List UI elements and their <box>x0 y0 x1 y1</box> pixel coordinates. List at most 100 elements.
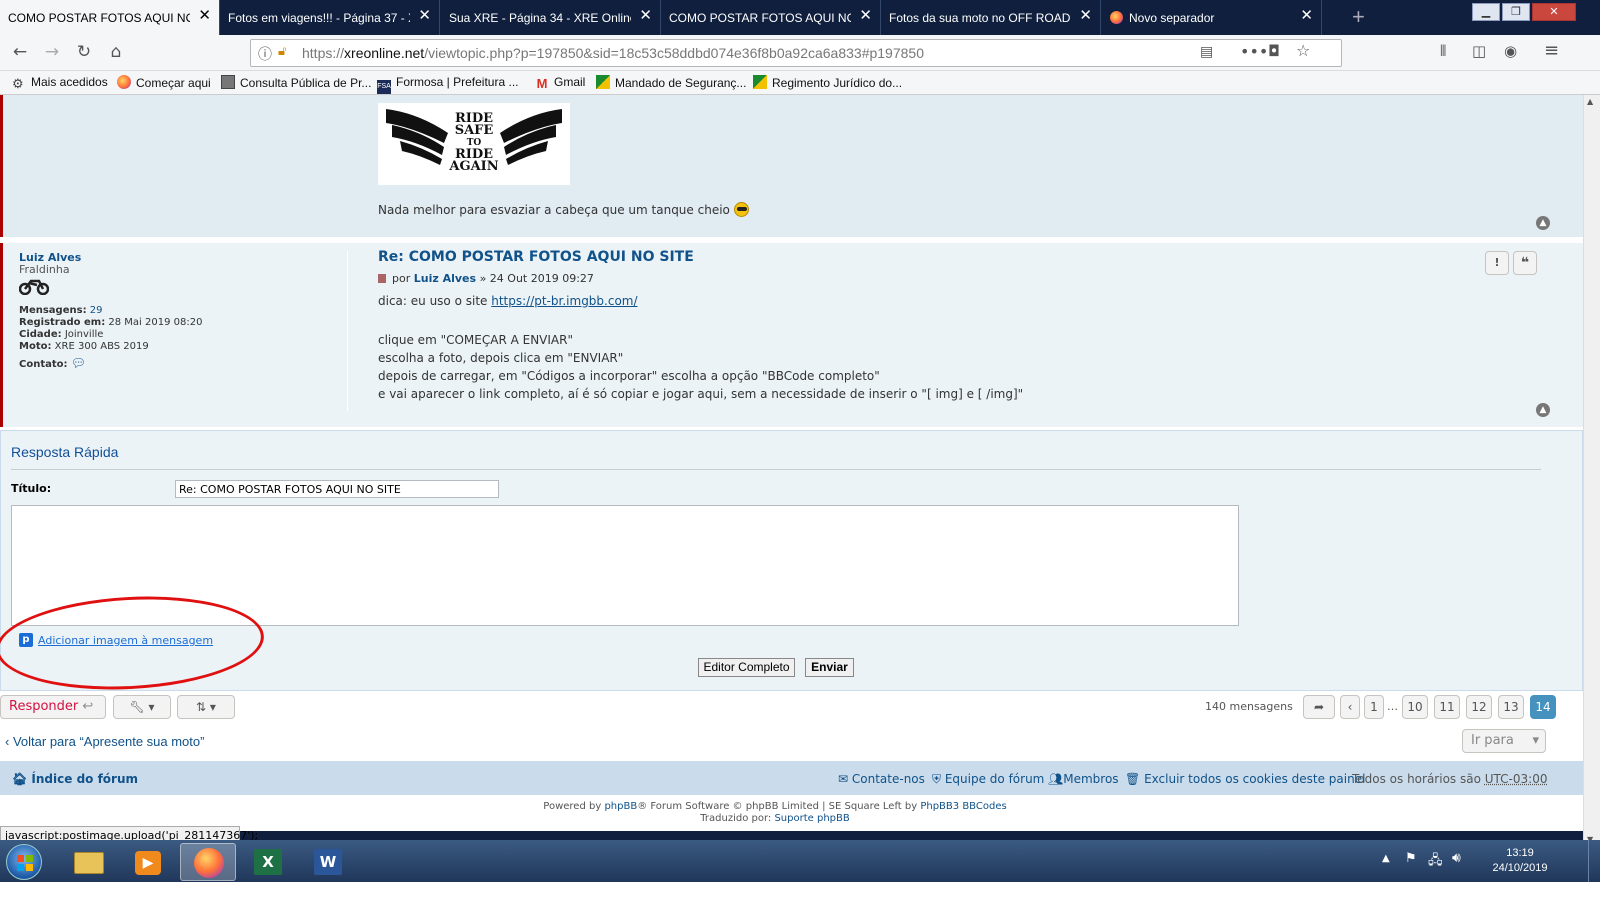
bookmark-label: Começar aqui <box>136 76 211 90</box>
page-11-button[interactable]: 11 <box>1434 695 1460 719</box>
page-14-current: 14 <box>1530 695 1556 719</box>
close-icon[interactable]: ✕ <box>1079 8 1092 24</box>
sort-button[interactable]: ⇅ ▾ <box>177 695 235 719</box>
new-tab-button[interactable]: + <box>1352 4 1365 30</box>
restore-button[interactable]: ❐ <box>1502 3 1530 21</box>
minimize-button[interactable]: ▁ <box>1472 3 1500 21</box>
back-icon[interactable]: ← <box>8 40 32 64</box>
close-icon[interactable]: ✕ <box>1300 8 1313 24</box>
tab-6-title: Novo separador <box>1129 11 1215 25</box>
close-icon[interactable]: ✕ <box>859 8 872 24</box>
meta-author[interactable]: Luiz Alves <box>414 272 476 285</box>
start-button[interactable] <box>6 844 42 880</box>
imgbb-link[interactable]: https://pt-br.imgbb.com/ <box>491 294 637 308</box>
jump-to-dropdown[interactable]: Ir para ▾ <box>1462 729 1546 753</box>
close-icon[interactable]: ✕ <box>418 8 431 24</box>
title-input[interactable] <box>175 480 499 498</box>
tab-3[interactable]: Sua XRE - Página 34 - XRE Online ✕ <box>441 0 661 35</box>
post-meta: por Luiz Alves » 24 Out 2019 09:27 <box>378 272 594 285</box>
tab-5-title: Fotos da sua moto no OFF ROAD! - XRE Onl… <box>889 11 1071 25</box>
bookmark-4[interactable]: FSA Formosa | Prefeitura ... <box>377 75 519 94</box>
meta-date: » 24 Out 2019 09:27 <box>479 272 594 285</box>
chat-bubble-icon[interactable]: 💬︎ <box>71 356 86 370</box>
bbcodes-link[interactable]: PhpBB3 BBCodes <box>920 801 1006 812</box>
word-icon: W <box>314 849 342 875</box>
scroll-up-icon[interactable]: ▲ <box>1587 97 1593 106</box>
bookmark-1[interactable]: ⚙ Mais acedidos <box>12 75 108 91</box>
tab-5[interactable]: Fotos da sua moto no OFF ROAD! - XRE Onl… <box>881 0 1101 35</box>
phpbb-link[interactable]: phpBB <box>604 801 637 812</box>
bookmark-2[interactable]: Começar aqui <box>117 75 211 90</box>
close-icon[interactable]: ✕ <box>639 8 652 24</box>
post-line: e vai aparecer o link completo, aí é só … <box>378 387 1024 401</box>
posts-count[interactable]: 29 <box>90 305 103 316</box>
sidebar-icon[interactable]: ◫ <box>1472 42 1486 60</box>
bookmark-7[interactable]: Regimento Jurídico do... <box>753 75 902 90</box>
topic-tools-button[interactable]: 🔧︎ ▾ <box>113 695 171 719</box>
network-icon[interactable]: 🖧︎ <box>1428 851 1443 873</box>
page-12-button[interactable]: 12 <box>1466 695 1492 719</box>
post-icon[interactable] <box>378 274 386 283</box>
post-title[interactable]: Re: COMO POSTAR FOTOS AQUI NO SITE <box>378 249 694 265</box>
members-link[interactable]: 👥︎Membros <box>1048 772 1119 786</box>
back-to-top-icon[interactable]: ▲ <box>1536 216 1550 230</box>
delete-cookies-link[interactable]: 🗑︎ Excluir todos os cookies deste painel <box>1125 772 1365 786</box>
bookmark-label: Regimento Jurídico do... <box>772 76 903 90</box>
action-center-icon[interactable]: ⚑ <box>1405 851 1417 866</box>
tab-6[interactable]: Novo separador ✕ <box>1102 0 1322 35</box>
team-link[interactable]: ⛨ Equipe do fórum <box>932 772 1044 787</box>
bookmark-3[interactable]: Consulta Pública de Pr... <box>221 75 371 90</box>
reader-view-icon[interactable]: ▤ <box>1200 44 1213 60</box>
close-icon[interactable]: ✕ <box>198 8 211 24</box>
taskbar-media-player[interactable]: ▶ <box>120 843 176 881</box>
library-icon[interactable]: ⫴ <box>1440 42 1446 60</box>
contact-link[interactable]: ✉ Contate-nos <box>838 772 925 786</box>
back-to-forum-link[interactable]: ‹ Voltar para “Apresente sua moto” <box>5 734 204 749</box>
lock-warning-icon[interactable]: 🔓︎ <box>278 44 286 59</box>
clock[interactable]: 13:19 24/10/2019 <box>1480 846 1560 876</box>
page-1-button[interactable]: 1 <box>1364 695 1384 719</box>
back-to-top-icon[interactable]: ▲ <box>1536 403 1550 417</box>
page-13-button[interactable]: 13 <box>1498 695 1524 719</box>
taskbar-explorer[interactable] <box>60 843 116 881</box>
bookmark-star-icon[interactable]: ☆ <box>1296 41 1310 60</box>
full-editor-button[interactable]: Editor Completo <box>698 658 795 677</box>
pocket-icon[interactable]: ◘ <box>1268 42 1280 60</box>
suporte-link[interactable]: Suporte phpBB <box>774 813 849 824</box>
sunglasses-emoji-icon <box>733 202 749 217</box>
forum-index-link[interactable]: 🏠︎ Índice do fórum <box>12 772 138 786</box>
reload-icon[interactable]: ↻ <box>72 40 96 64</box>
chevron-down-icon: ▾ <box>148 700 155 714</box>
quote-button[interactable]: ❝ <box>1513 251 1537 275</box>
home-icon[interactable]: ⌂ <box>104 40 128 64</box>
submit-button[interactable]: Enviar <box>805 658 854 677</box>
prev-page-button[interactable]: ‹ <box>1340 695 1360 719</box>
tab-4[interactable]: COMO POSTAR FOTOS AQUI NO SITE ✕ <box>661 0 881 35</box>
excel-icon: X <box>254 849 282 875</box>
report-button[interactable]: ! <box>1485 251 1509 275</box>
page-actions-icon[interactable]: ••• <box>1240 42 1268 61</box>
info-icon[interactable]: ⓘ <box>258 44 272 64</box>
bookmark-5[interactable]: M Gmail <box>535 75 586 91</box>
taskbar-excel[interactable]: X <box>240 843 296 881</box>
title-label: Título: <box>11 482 52 495</box>
volume-icon[interactable]: 🔊︎ <box>1452 850 1461 866</box>
page-10-button[interactable]: 10 <box>1402 695 1428 719</box>
taskbar-firefox[interactable] <box>180 843 236 881</box>
reply-button[interactable]: Responder ↩ <box>0 695 106 719</box>
menu-icon[interactable]: ≡ <box>1544 40 1559 61</box>
taskbar-word[interactable]: W <box>300 843 356 881</box>
postprofile-divider <box>347 251 348 411</box>
tab-2[interactable]: Fotos em viagens!!! - Página 37 - XRE On… <box>220 0 440 35</box>
account-icon[interactable]: ◉ <box>1504 42 1517 60</box>
scrollbar[interactable]: ▲ ▼ <box>1583 95 1600 850</box>
tray-expand-icon[interactable]: ▲ <box>1382 853 1390 864</box>
tab-1[interactable]: COMO POSTAR FOTOS AQUI NO SITE ✕ <box>0 0 220 35</box>
show-desktop-button[interactable] <box>1588 840 1600 882</box>
forward-icon[interactable]: → <box>40 40 64 64</box>
tab-3-title: Sua XRE - Página 34 - XRE Online <box>449 11 631 25</box>
flag-icon <box>596 75 610 89</box>
jump-to-page-button[interactable]: ➦ <box>1303 695 1335 719</box>
window-close-button[interactable]: ✕ <box>1532 3 1576 21</box>
bookmark-6[interactable]: Mandado de Seguranç... <box>596 75 746 90</box>
